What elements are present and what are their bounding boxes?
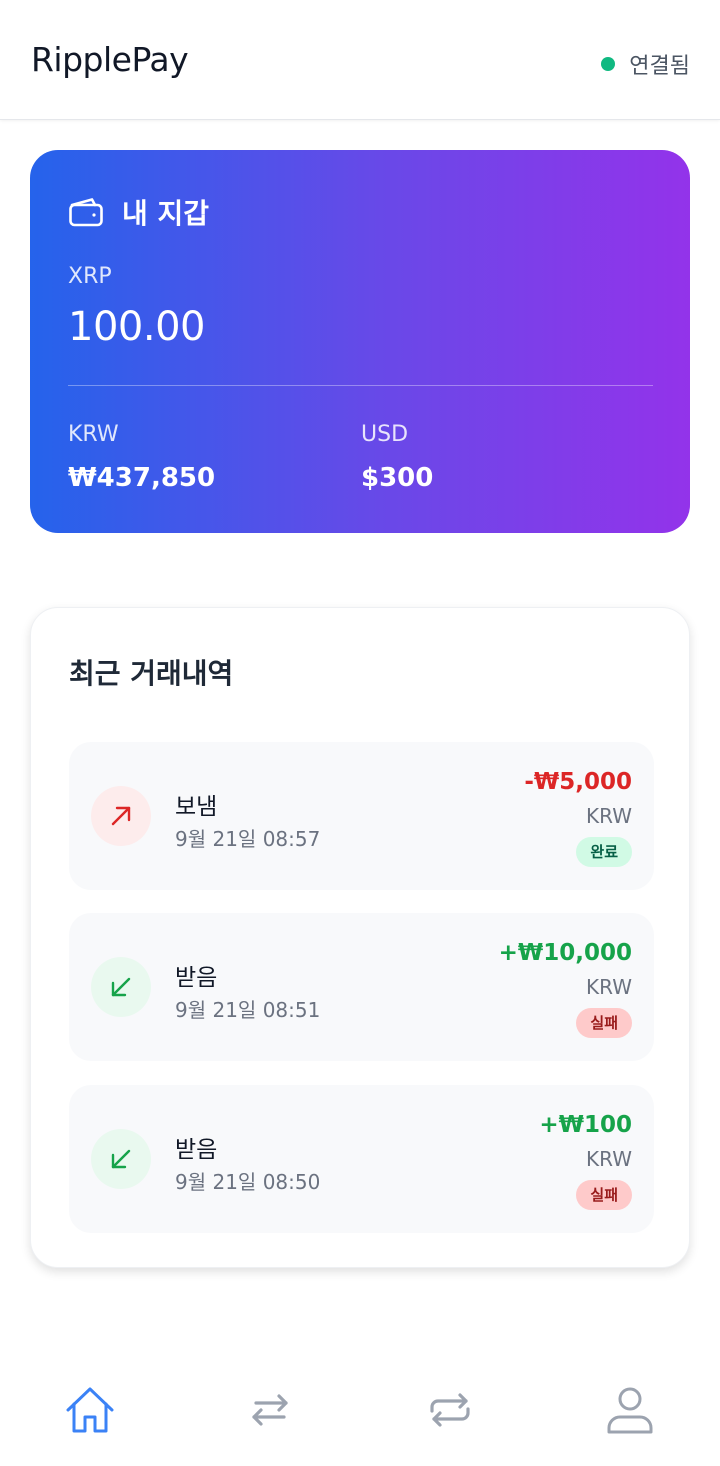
nav-transfer[interactable]	[230, 1370, 310, 1450]
bottom-nav	[0, 1370, 720, 1450]
transaction-item[interactable]: 받음 9월 21일 08:50 +₩100 KRW 실패	[69, 1085, 654, 1233]
wallet-card: 내 지갑 XRP 100.00 KRW ₩437,850 USD $300	[30, 150, 690, 533]
transactions-title: 최근 거래내역	[69, 657, 234, 690]
usd-balance-block: USD $300	[361, 422, 433, 493]
krw-balance-block: KRW ₩437,850	[68, 422, 215, 493]
status-badge: 실패	[576, 1008, 632, 1038]
xrp-balance: 100.00	[68, 304, 205, 350]
recent-transactions-card: 최근 거래내역 보냄 9월 21일 08:57 -₩5,000 KRW 완료 받…	[30, 607, 690, 1268]
transaction-type: 받음	[175, 965, 218, 991]
arrow-down-left-icon	[91, 1129, 151, 1189]
transaction-item[interactable]: 보냄 9월 21일 08:57 -₩5,000 KRW 완료	[69, 742, 654, 890]
connection-status: 연결됨	[601, 48, 690, 80]
transaction-time: 9월 21일 08:50	[175, 1170, 321, 1194]
nav-profile[interactable]	[590, 1370, 670, 1450]
nav-home[interactable]	[50, 1370, 130, 1450]
usd-label: USD	[361, 422, 409, 447]
transaction-time: 9월 21일 08:57	[175, 827, 321, 851]
home-icon	[66, 1387, 114, 1433]
transaction-time: 9월 21일 08:51	[175, 998, 321, 1022]
nav-exchange[interactable]	[410, 1370, 490, 1450]
transaction-amount: +₩100	[539, 1112, 632, 1138]
wallet-icon	[69, 198, 103, 227]
app-header: RipplePay 연결됨	[0, 0, 720, 120]
wallet-header: 내 지갑	[68, 192, 209, 232]
wallet-title: 내 지갑	[122, 197, 210, 230]
transaction-type: 보냄	[175, 794, 218, 820]
arrow-down-left-icon	[91, 957, 151, 1017]
krw-label: KRW	[68, 422, 119, 447]
transaction-currency: KRW	[586, 975, 632, 999]
arrow-up-right-icon	[91, 786, 151, 846]
transaction-amount: +₩10,000	[498, 940, 632, 966]
user-icon	[607, 1387, 653, 1434]
transaction-currency: KRW	[586, 1147, 632, 1171]
transaction-item[interactable]: 받음 9월 21일 08:51 +₩10,000 KRW 실패	[69, 913, 654, 1061]
usd-balance: $300	[361, 463, 434, 493]
xrp-label: XRP	[68, 264, 112, 289]
transaction-amount: -₩5,000	[524, 769, 632, 795]
status-badge: 완료	[576, 837, 632, 867]
connection-dot-icon	[601, 57, 616, 71]
wallet-divider	[68, 385, 653, 386]
exchange-icon	[430, 1393, 470, 1427]
app-title: RipplePay	[31, 40, 189, 79]
connection-status-label: 연결됨	[629, 54, 690, 79]
status-badge: 실패	[576, 1180, 632, 1210]
transaction-currency: KRW	[586, 804, 632, 828]
transfer-icon	[252, 1394, 288, 1426]
krw-balance: ₩437,850	[68, 463, 216, 493]
transaction-type: 받음	[175, 1137, 218, 1163]
